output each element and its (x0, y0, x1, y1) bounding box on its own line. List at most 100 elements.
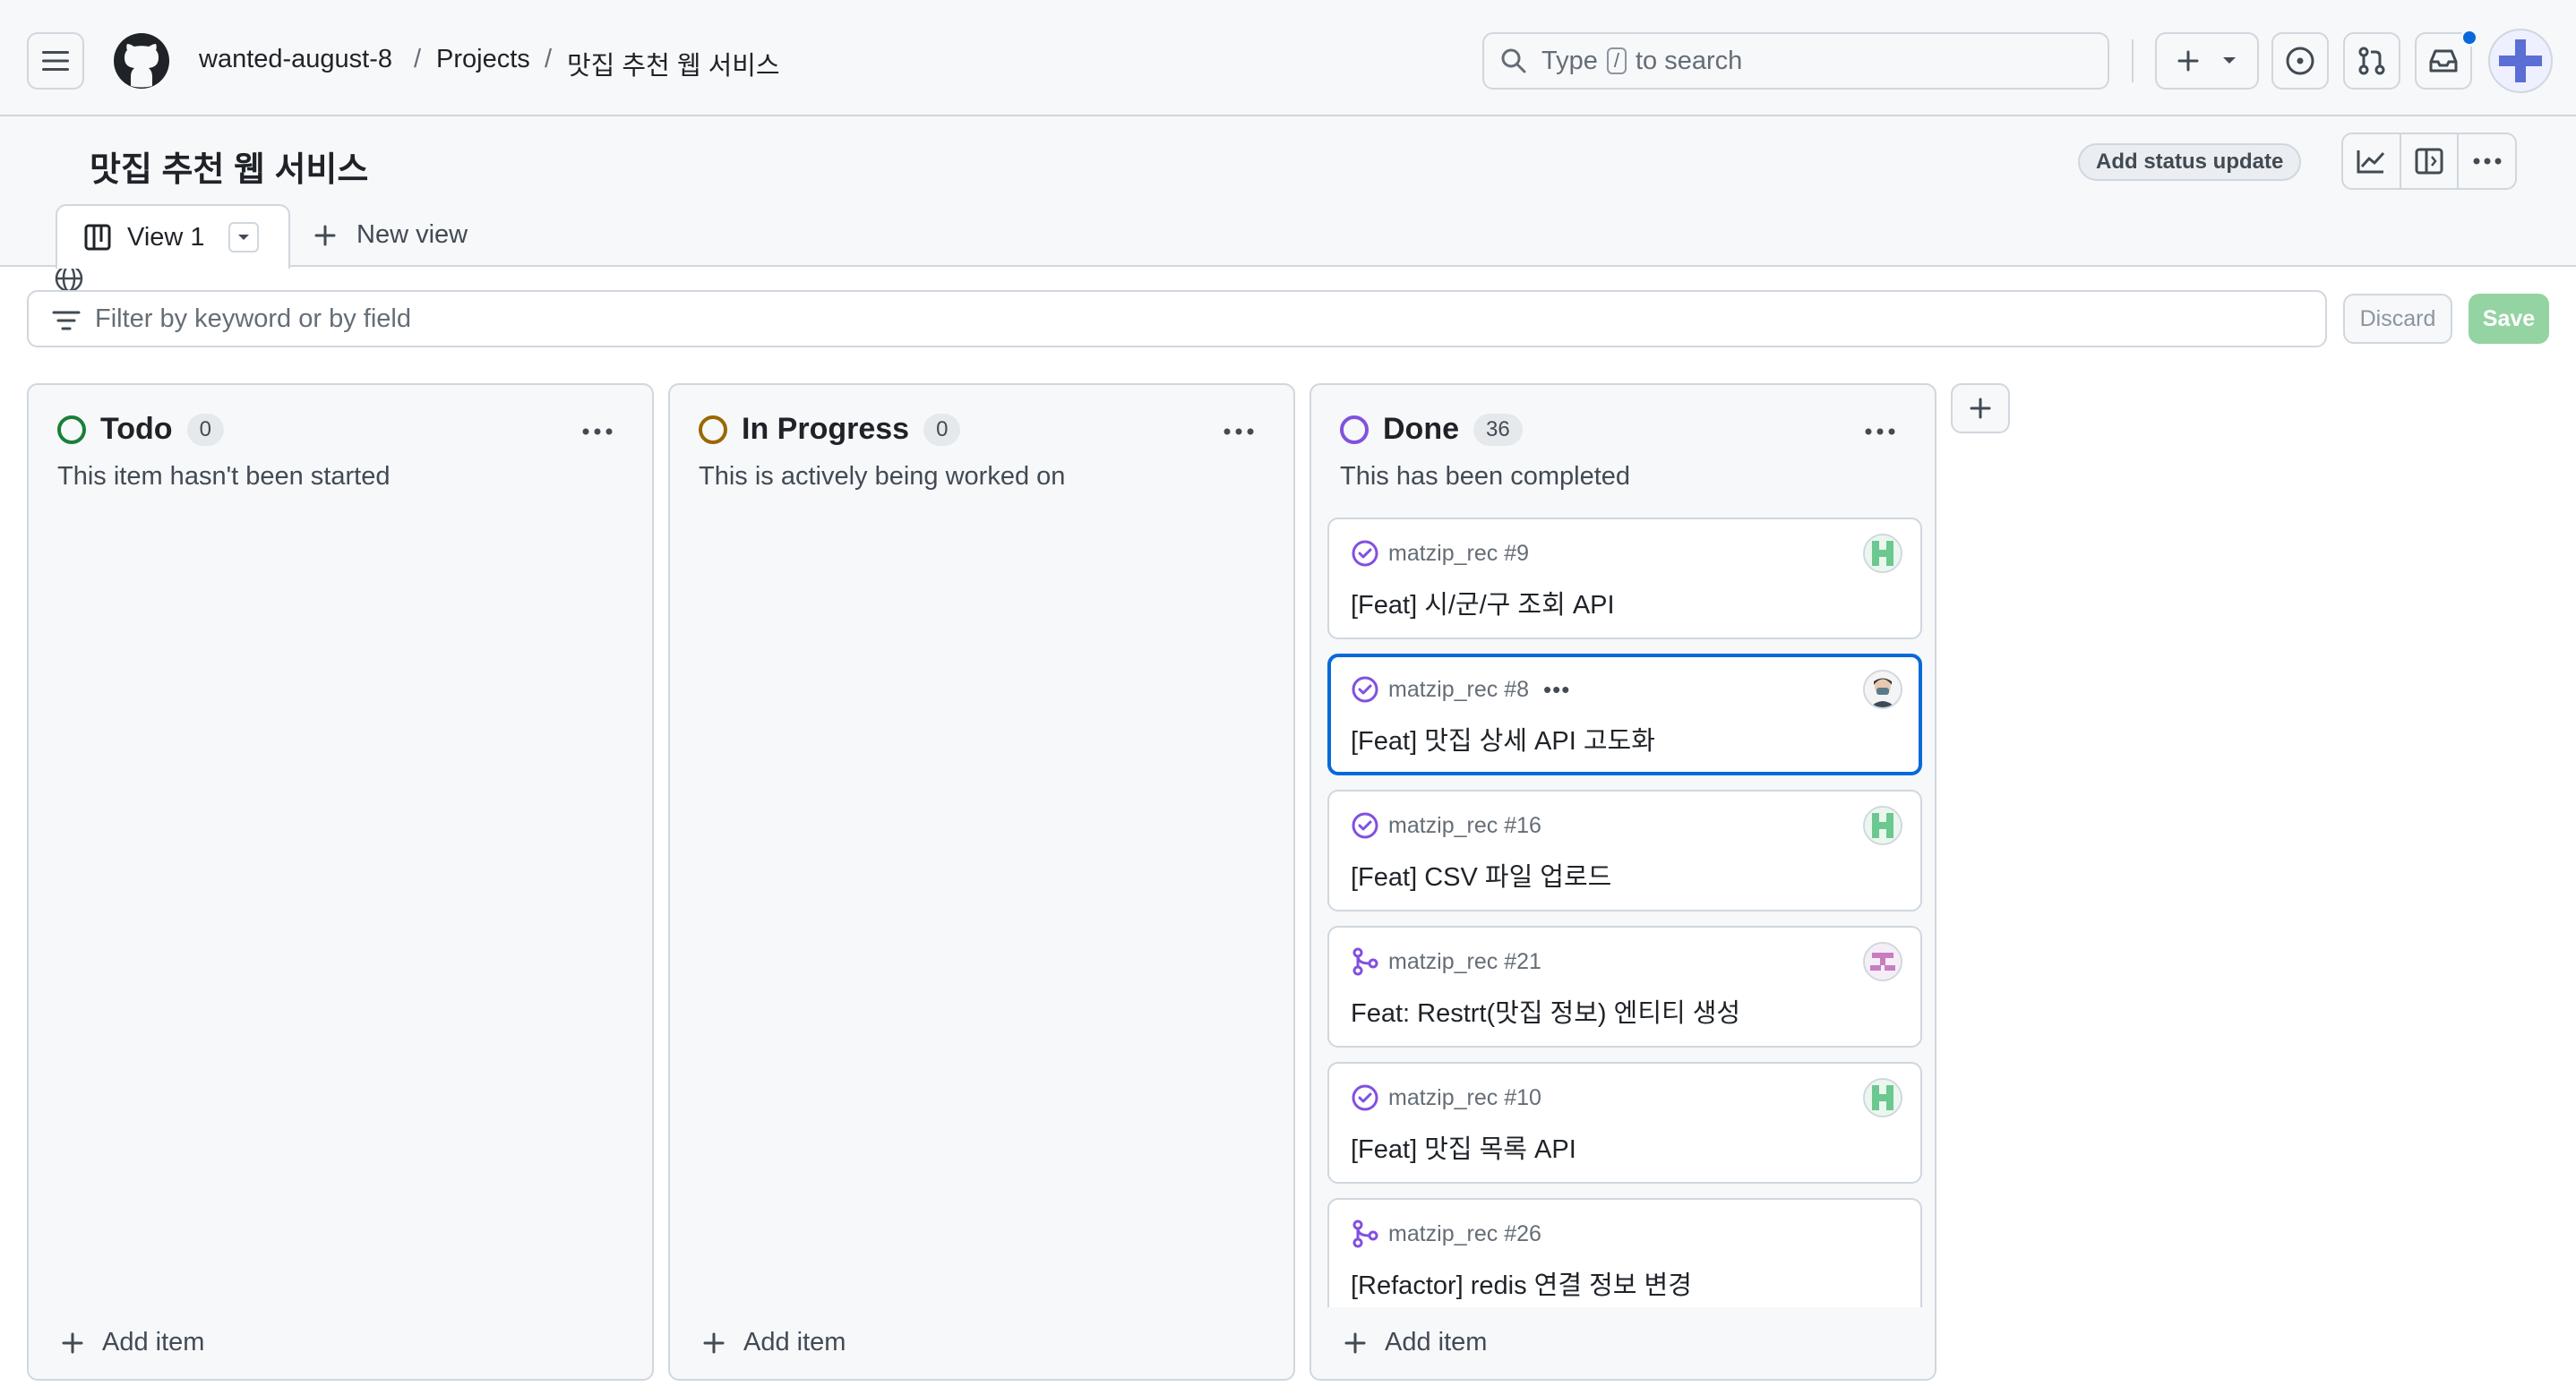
card-repo-link[interactable]: matzip_rec #26 (1388, 1221, 1541, 1247)
github-logo-icon[interactable] (113, 32, 170, 94)
search-suffix: to search (1636, 46, 1743, 75)
card-repo-link[interactable]: matzip_rec #10 (1388, 1085, 1541, 1111)
breadcrumb-separator: / (545, 45, 553, 73)
breadcrumb-project[interactable]: 맛집 추천 웹 서비스 (567, 45, 780, 82)
new-view-button[interactable]: New view (313, 220, 468, 250)
more-options-button[interactable] (2459, 134, 2515, 188)
card-title[interactable]: [Feat] CSV 파일 업로드 (1351, 856, 1611, 894)
card-repo-link[interactable]: matzip_rec #9 (1388, 541, 1529, 567)
assignee-avatar[interactable] (1863, 670, 1902, 709)
add-item-button[interactable]: Add item (61, 1328, 204, 1357)
filter-input[interactable]: Filter by keyword or by field (27, 290, 2327, 347)
card-meta: matzip_rec #9 (1351, 539, 1529, 568)
column-menu-button[interactable] (1865, 408, 1895, 443)
board-card[interactable]: matzip_rec #9 [Feat] 시/군/구 조회 API (1327, 518, 1922, 639)
pull-requests-button[interactable] (2343, 32, 2400, 90)
board-card[interactable]: matzip_rec #26 [Refactor] redis 연결 정보 변경 (1327, 1198, 1922, 1320)
column-menu-button[interactable] (1224, 408, 1254, 443)
board-card[interactable]: matzip_rec #21 Feat: Restrt(맛집 정보) 엔티티 생… (1327, 926, 1922, 1048)
view-options-button[interactable] (228, 222, 259, 252)
column-header: In Progress 0 (699, 412, 961, 447)
card-title[interactable]: [Feat] 시/군/구 조회 API (1351, 584, 1615, 621)
card-title[interactable]: [Feat] 맛집 상세 API 고도화 (1351, 720, 1655, 757)
assignee-avatar[interactable] (1863, 1078, 1902, 1117)
issue-closed-icon (1351, 1083, 1379, 1112)
insights-button[interactable] (2343, 134, 2401, 188)
column-description: This is actively being worked on (699, 462, 1066, 491)
add-item-label: Add item (743, 1328, 846, 1356)
column-menu-button[interactable] (582, 408, 613, 443)
status-circle-icon (699, 415, 727, 444)
issue-closed-icon (1351, 675, 1379, 704)
breadcrumb-org[interactable]: wanted-august-8 (199, 45, 392, 74)
column-count: 0 (186, 413, 224, 446)
issue-opened-icon (2286, 47, 2314, 75)
card-repo-link[interactable]: matzip_rec #8 (1388, 677, 1529, 703)
board-card[interactable]: matzip_rec #8 ••• [Feat] 맛집 상세 API 고도화 (1327, 654, 1922, 775)
kebab-horizontal-icon (1865, 428, 1895, 435)
card-menu-button[interactable]: ••• (1543, 676, 1570, 704)
board-card[interactable]: matzip_rec #10 [Feat] 맛집 목록 API (1327, 1062, 1922, 1184)
tab-view-1[interactable]: View 1 (56, 204, 290, 269)
card-repo-link[interactable]: matzip_rec #21 (1388, 949, 1541, 975)
search-icon (1501, 48, 1526, 73)
kebab-horizontal-icon (1224, 428, 1254, 435)
page-title: 맛집 추천 웹 서비스 (90, 151, 369, 189)
add-item-button[interactable]: Add item (702, 1328, 846, 1357)
graph-icon (2357, 150, 2385, 174)
search-prefix: Type (1541, 46, 1598, 75)
kebab-horizontal-icon (2473, 158, 2502, 165)
side-panel-button[interactable] (2401, 134, 2460, 188)
tab-label: View 1 (127, 222, 205, 252)
add-column-button[interactable] (1951, 383, 2010, 433)
pull-request-merged-icon (1351, 947, 1379, 976)
search-input[interactable]: Type / to search (1482, 32, 2109, 90)
save-button[interactable]: Save (2469, 294, 2549, 344)
issue-closed-icon (1351, 539, 1379, 568)
create-new-button[interactable] (2155, 32, 2259, 90)
assignee-avatar[interactable] (1863, 806, 1902, 845)
breadcrumb-projects[interactable]: Projects (436, 45, 530, 74)
card-meta: matzip_rec #8 ••• (1351, 675, 1570, 704)
status-circle-icon (57, 415, 86, 444)
discard-button[interactable]: Discard (2343, 294, 2452, 344)
column-count: 0 (923, 413, 961, 446)
menu-button[interactable] (27, 32, 84, 90)
card-title[interactable]: Feat: Restrt(맛집 정보) 엔티티 생성 (1351, 992, 1740, 1030)
pull-request-merged-icon (1351, 1220, 1379, 1248)
divider (2132, 39, 2134, 82)
notification-dot (2460, 29, 2478, 47)
column-title: In Progress (742, 412, 910, 446)
new-view-label: New view (356, 220, 468, 249)
column-header: Done 36 (1340, 412, 1523, 447)
user-avatar[interactable] (2488, 29, 2553, 93)
column-done: Done 36 This has been completed matzip_r… (1309, 383, 1936, 1381)
issues-button[interactable] (2271, 32, 2329, 90)
column-title: Done (1383, 412, 1459, 446)
plus-icon (703, 1332, 725, 1353)
assignee-avatar[interactable] (1863, 534, 1902, 573)
card-repo-link[interactable]: matzip_rec #16 (1388, 813, 1541, 839)
plus-icon (1970, 398, 1991, 419)
plus-icon (2177, 50, 2199, 72)
assignee-avatar[interactable] (1863, 942, 1902, 981)
add-status-update-button[interactable]: Add status update (2078, 143, 2302, 181)
git-pull-request-icon (2358, 47, 2385, 75)
plus-icon (314, 225, 336, 245)
kebab-horizontal-icon (582, 428, 613, 435)
card-meta: matzip_rec #16 (1351, 811, 1541, 840)
column-description: This has been completed (1340, 462, 1631, 491)
card-meta: matzip_rec #10 (1351, 1083, 1541, 1112)
card-title[interactable]: [Feat] 맛집 목록 API (1351, 1128, 1576, 1166)
filter-icon (52, 311, 81, 330)
triangle-down-icon (2223, 57, 2236, 64)
plus-icon (1344, 1332, 1366, 1353)
sidebar-expand-icon (2415, 148, 2443, 175)
column-todo: Todo 0 This item hasn't been started Add… (27, 383, 654, 1381)
add-item-button[interactable]: Add item (1344, 1328, 1487, 1357)
add-item-label: Add item (102, 1328, 205, 1356)
card-title[interactable]: [Refactor] redis 연결 정보 변경 (1351, 1264, 1692, 1302)
plus-icon (62, 1332, 83, 1353)
hamburger-icon (42, 51, 69, 71)
board-card[interactable]: matzip_rec #16 [Feat] CSV 파일 업로드 (1327, 790, 1922, 911)
